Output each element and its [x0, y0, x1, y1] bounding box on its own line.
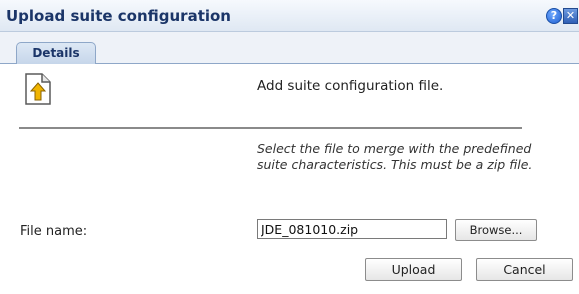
divider [19, 127, 522, 129]
title-bar: Upload suite configuration ? ✕ [0, 0, 579, 32]
tab-details-label: Details [32, 46, 80, 60]
tab-details[interactable]: Details [16, 42, 96, 64]
details-panel: Add suite configuration file. Select the… [0, 64, 579, 294]
upload-button[interactable]: Upload [365, 258, 462, 281]
file-name-label: File name: [20, 224, 88, 239]
instruction-text: Select the file to merge with the predef… [257, 141, 533, 172]
close-icon[interactable]: ✕ [563, 8, 578, 24]
upload-suite-configuration-dialog: Upload suite configuration ? ✕ Details A… [0, 0, 579, 294]
tab-strip: Details [0, 32, 579, 64]
dialog-title: Upload suite configuration [6, 7, 231, 25]
help-icon[interactable]: ? [546, 8, 562, 24]
cancel-button[interactable]: Cancel [476, 258, 573, 281]
upload-document-icon [25, 73, 51, 105]
section-heading: Add suite configuration file. [257, 78, 444, 94]
browse-button[interactable]: Browse... [455, 219, 537, 241]
file-name-input[interactable] [257, 219, 447, 239]
